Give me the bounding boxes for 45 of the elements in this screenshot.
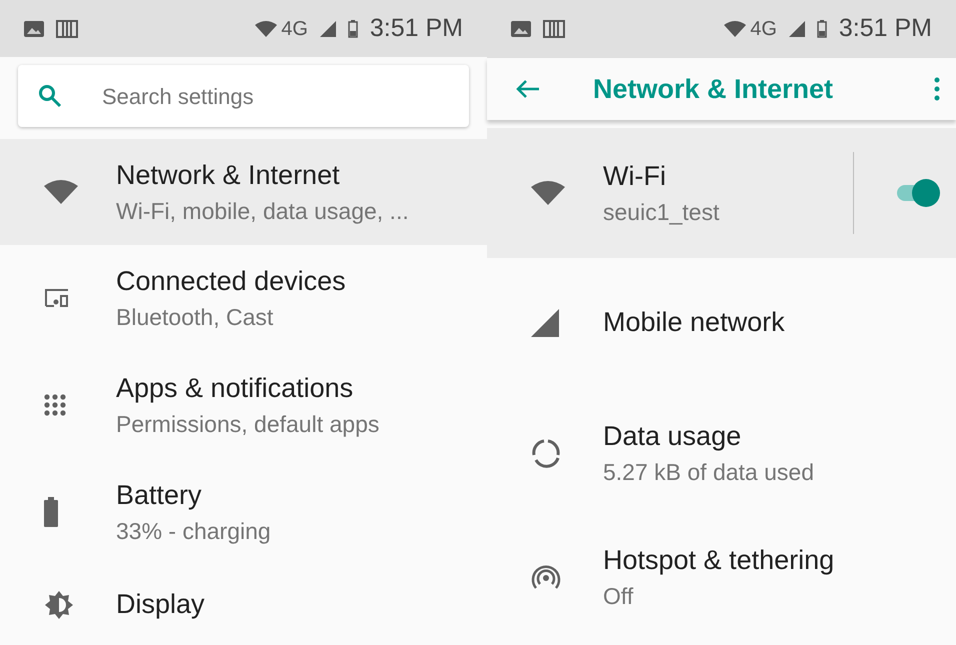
- wifi-icon: [531, 181, 565, 205]
- battery-icon: [816, 20, 827, 38]
- data-usage-icon: [531, 438, 561, 468]
- item-title: Battery: [116, 478, 203, 512]
- search-icon: [38, 84, 62, 108]
- image-notification-icon: [511, 21, 531, 37]
- item-subtitle: Bluetooth, Cast: [116, 302, 274, 332]
- item-subtitle: Permissions, default apps: [116, 410, 380, 438]
- item-title: Apps & notifications: [116, 372, 354, 405]
- apps-grid-icon: [44, 394, 66, 416]
- item-title: Hotspot & tethering: [603, 544, 836, 577]
- item-subtitle: 5.27 kB of data used: [603, 458, 815, 486]
- network-type: 4G: [750, 17, 777, 42]
- battery-icon: [348, 20, 358, 38]
- sim-card-icon: [56, 20, 78, 38]
- devices-icon: [44, 288, 70, 308]
- network-type: 4G: [281, 16, 308, 42]
- toolbar-title: Network & Internet: [593, 72, 834, 106]
- search-field[interactable]: Search settings: [18, 65, 469, 128]
- item-subtitle: Off: [603, 582, 634, 610]
- item-title: Mobile network: [603, 306, 786, 340]
- item-title: Data usage: [603, 420, 742, 453]
- wifi-icon: [724, 21, 746, 37]
- item-title: Display: [116, 588, 206, 622]
- item-subtitle: 33% - charging: [116, 516, 272, 546]
- wifi-icon: [255, 20, 278, 37]
- clock: 3:51 PM: [370, 12, 463, 44]
- item-title: Connected devices: [116, 264, 347, 298]
- wifi-icon: [44, 180, 78, 204]
- item-subtitle: seuic1_test: [603, 198, 720, 226]
- back-arrow-icon[interactable]: [515, 79, 541, 99]
- item-title: Wi-Fi: [603, 160, 667, 193]
- battery-icon: [44, 497, 58, 528]
- signal-icon: [788, 21, 805, 37]
- signal-icon: [320, 20, 336, 37]
- clock: 3:51 PM: [838, 13, 932, 44]
- sim-card-icon: [543, 20, 565, 38]
- image-notification-icon: [24, 20, 44, 37]
- more-options-icon[interactable]: [934, 77, 940, 101]
- item-subtitle: Wi-Fi, mobile, data usage, ...: [116, 196, 410, 226]
- item-title: Network & Internet: [116, 158, 341, 192]
- signal-icon: [531, 309, 559, 337]
- settings-item[interactable]: Wi-Fi seuic1_test: [487, 128, 956, 258]
- settings-item[interactable]: Network & Internet Wi-Fi, mobile, data usage, ...: [0, 139, 487, 245]
- brightness-icon: [44, 590, 74, 620]
